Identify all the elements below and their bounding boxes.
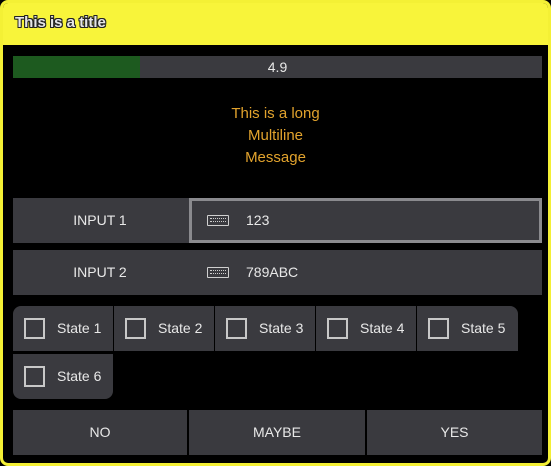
state-2-label: State 2 xyxy=(158,320,203,336)
checkbox-box[interactable] xyxy=(428,318,449,339)
checkbox-box[interactable] xyxy=(226,318,247,339)
input-1-value[interactable]: 123 xyxy=(246,201,269,240)
input-row-2: INPUT 2 789ABC xyxy=(13,250,542,295)
maybe-button[interactable]: MAYBE xyxy=(189,410,365,455)
dialog: This is a title 4.9 This is a long Multi… xyxy=(0,0,551,466)
progress-bar: 4.9 xyxy=(13,56,542,78)
dialog-title: This is a title xyxy=(15,14,106,31)
state-2-checkbox[interactable]: State 2 xyxy=(114,306,214,351)
state-6-label: State 6 xyxy=(57,368,102,384)
checkbox-box[interactable] xyxy=(327,318,348,339)
state-5-label: State 5 xyxy=(461,320,506,336)
checkbox-box[interactable] xyxy=(24,318,45,339)
input-row-1: INPUT 1 123 xyxy=(13,198,542,243)
keyboard-icon[interactable] xyxy=(207,215,229,226)
message-line: Message xyxy=(245,149,306,166)
dialog-buttons: NO MAYBE YES xyxy=(13,410,542,455)
message-text: This is a long Multiline Message xyxy=(3,103,548,169)
yes-button[interactable]: YES xyxy=(367,410,542,455)
state-6-checkbox[interactable]: State 6 xyxy=(13,354,113,399)
input-2-value[interactable]: 789ABC xyxy=(246,250,298,295)
state-checkbox-group: State 1 State 2 State 3 State 4 State 5 … xyxy=(13,306,519,402)
state-1-checkbox[interactable]: State 1 xyxy=(13,306,113,351)
state-5-checkbox[interactable]: State 5 xyxy=(417,306,518,351)
message-line: This is a long xyxy=(231,105,320,122)
state-3-checkbox[interactable]: State 3 xyxy=(215,306,315,351)
input-2-field[interactable]: 789ABC xyxy=(189,250,542,295)
checkbox-box[interactable] xyxy=(24,366,45,387)
checkbox-box[interactable] xyxy=(125,318,146,339)
message-line: Multiline xyxy=(247,127,304,144)
state-4-checkbox[interactable]: State 4 xyxy=(316,306,416,351)
input-2-label: INPUT 2 xyxy=(73,264,127,280)
title-bar[interactable]: This is a title xyxy=(3,3,548,45)
state-1-label: State 1 xyxy=(57,320,102,336)
state-4-label: State 4 xyxy=(360,320,405,336)
input-1-field[interactable]: 123 xyxy=(189,198,542,243)
input-1-label: INPUT 1 xyxy=(73,212,127,228)
state-3-label: State 3 xyxy=(259,320,304,336)
no-button[interactable]: NO xyxy=(13,410,187,455)
progress-label: 4.9 xyxy=(267,59,288,75)
keyboard-icon[interactable] xyxy=(207,267,229,278)
